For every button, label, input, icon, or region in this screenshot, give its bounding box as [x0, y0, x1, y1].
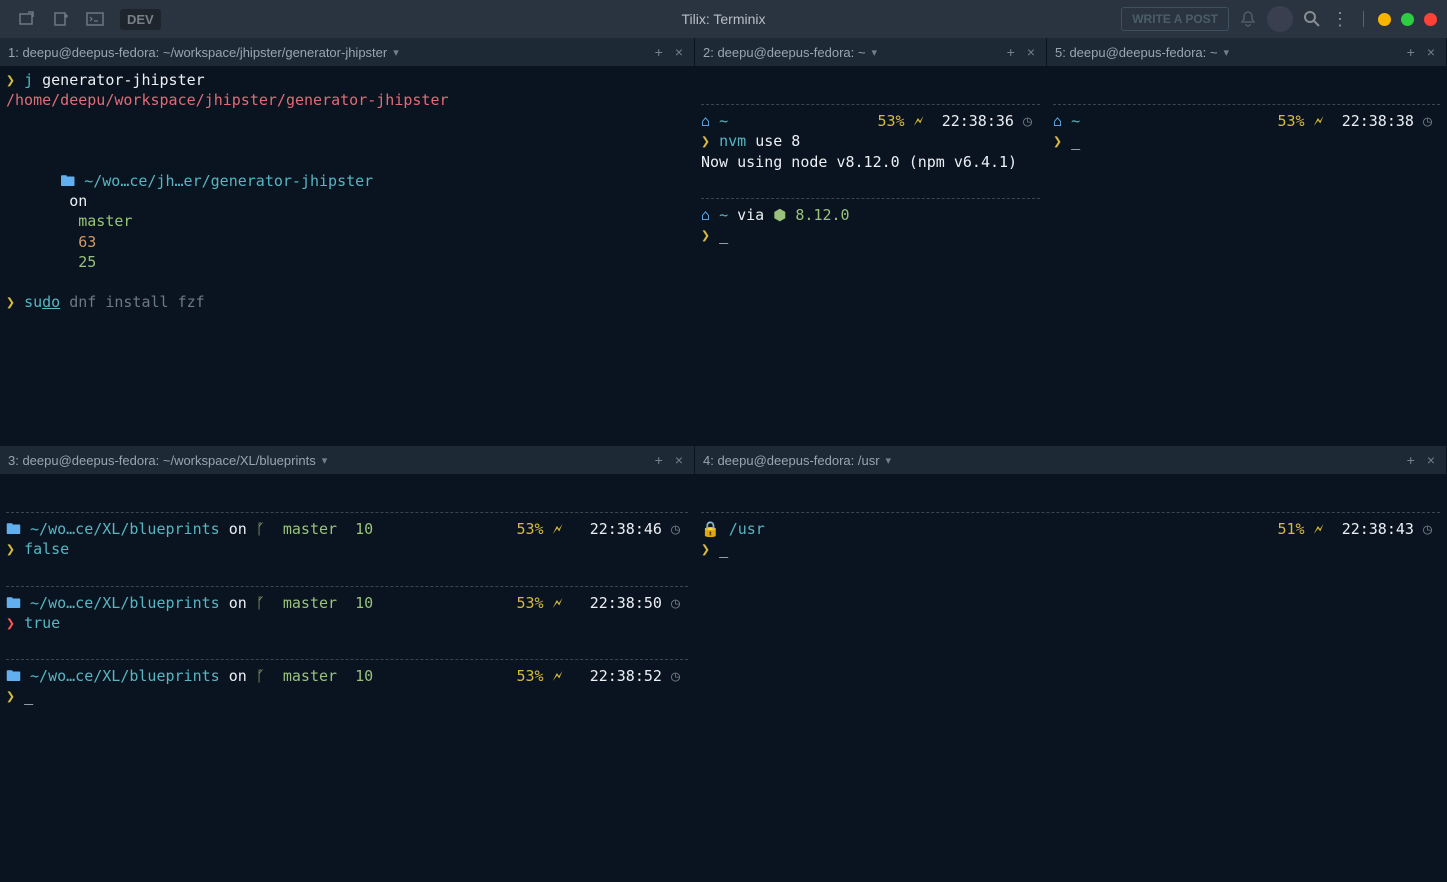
prompt-icon: ❯ — [701, 132, 719, 150]
pane-4-terminal[interactable]: 🔒 /usr 51% 🗲 22:38:43 ◷ ❯ _ — [695, 474, 1446, 881]
prompt-icon: ❯ — [701, 540, 719, 558]
git-icon: ᚵ — [256, 520, 283, 538]
git-icon: ᚵ — [256, 594, 283, 612]
close-pane-button[interactable]: × — [672, 452, 686, 468]
lock-icon: 🔒 — [701, 520, 729, 538]
pane-1-title[interactable]: 1: deepu@deepus-fedora: ~/workspace/jhip… — [8, 45, 387, 60]
clock-icon: ◷ — [1014, 112, 1032, 130]
new-tab-icon[interactable] — [52, 10, 70, 28]
pane-5-tabbar: 5: deepu@deepus-fedora: ~ ▾ + × — [1047, 38, 1446, 66]
add-pane-button[interactable]: + — [1004, 44, 1018, 60]
prompt-icon: ❯ — [6, 687, 24, 705]
pane-5: 5: deepu@deepus-fedora: ~ ▾ + × ⌂ ~ 53% … — [1047, 38, 1447, 446]
titlebar-right: WRITE A POST ⋮ — [1121, 6, 1437, 32]
prompt-icon: ❯ — [701, 226, 719, 244]
add-pane-button[interactable]: + — [652, 44, 666, 60]
pane-1-tabbar: 1: deepu@deepus-fedora: ~/workspace/jhip… — [0, 38, 694, 66]
search-icon[interactable] — [1303, 10, 1321, 28]
home-icon: ⌂ — [701, 206, 719, 224]
close-pane-button[interactable]: × — [672, 44, 686, 60]
chevron-down-icon[interactable]: ▾ — [1223, 46, 1229, 59]
prompt-icon: ❯ — [6, 71, 24, 89]
pane-4-title[interactable]: 4: deepu@deepus-fedora: /usr — [703, 453, 880, 468]
chevron-down-icon[interactable]: ▾ — [886, 454, 892, 467]
branch-icon — [69, 212, 78, 230]
pane-5-title[interactable]: 5: deepu@deepus-fedora: ~ — [1055, 45, 1217, 60]
pane-4: 4: deepu@deepus-fedora: /usr ▾ + × 🔒 /us… — [695, 446, 1447, 882]
battery-icon: 🗲 — [905, 112, 942, 130]
terminal-icon[interactable] — [86, 10, 104, 28]
folder-icon: 🖿 — [6, 520, 30, 538]
pane-3-tabbar: 3: deepu@deepus-fedora: ~/workspace/XL/b… — [0, 446, 694, 474]
battery-icon: 🗲 — [1305, 112, 1342, 130]
menu-icon[interactable]: ⋮ — [1331, 10, 1349, 28]
pane-1-terminal[interactable]: ❯ j generator-jhipster /home/deepu/works… — [0, 66, 694, 445]
pane-3-title[interactable]: 3: deepu@deepus-fedora: ~/workspace/XL/b… — [8, 453, 316, 468]
home-icon: ⌂ — [1053, 112, 1071, 130]
titlebar-left: DEV — [0, 9, 161, 30]
pane-2-terminal[interactable]: ⌂ ~ 53% 🗲 22:38:36 ◷ ❯ nvm use 8 Now usi… — [695, 66, 1046, 445]
prompt-icon: ❯ — [1053, 132, 1071, 150]
window-title: Tilix: Terminix — [681, 11, 765, 27]
folder-icon: 🖿 — [6, 594, 30, 612]
close-pane-button[interactable]: × — [1024, 44, 1038, 60]
folder-icon: 🖿 — [60, 172, 84, 190]
pane-4-tabbar: 4: deepu@deepus-fedora: /usr ▾ + × — [695, 446, 1446, 474]
output-path: /home/deepu/workspace/jhipster/generator… — [6, 91, 449, 109]
bell-icon[interactable] — [1239, 10, 1257, 28]
folder-icon: 🖿 — [6, 667, 30, 685]
pane-5-terminal[interactable]: ⌂ ~ 53% 🗲 22:38:38 ◷ ❯ _ — [1047, 66, 1446, 445]
chevron-down-icon[interactable]: ▾ — [393, 46, 399, 59]
status-line: 🖿 ~/wo…ce/XL/blueprints on ᚵ master 1053… — [6, 519, 688, 539]
status-line: 🖿 ~/wo…ce/XL/blueprints on ᚵ master 1053… — [6, 666, 688, 686]
prompt-icon: ❯ — [6, 293, 24, 311]
node-icon: ⬢ — [764, 206, 795, 224]
status-line: 🖿 ~/wo…ce/XL/blueprints on ᚵ master 1053… — [6, 593, 688, 613]
close-pane-button[interactable]: × — [1424, 452, 1438, 468]
write-post-button[interactable]: WRITE A POST — [1121, 7, 1229, 31]
pane-3: 3: deepu@deepus-fedora: ~/workspace/XL/b… — [0, 446, 695, 882]
add-pane-button[interactable]: + — [1404, 44, 1418, 60]
pane-1: 1: deepu@deepus-fedora: ~/workspace/jhip… — [0, 38, 695, 446]
new-window-icon[interactable] — [18, 10, 36, 28]
pane-2: 2: deepu@deepus-fedora: ~ ▾ + × ⌂ ~ 53% … — [695, 38, 1047, 446]
maximize-button[interactable] — [1401, 13, 1414, 26]
dev-badge: DEV — [120, 9, 161, 30]
add-pane-button[interactable]: + — [652, 452, 666, 468]
pane-2-title[interactable]: 2: deepu@deepus-fedora: ~ — [703, 45, 865, 60]
add-pane-button[interactable]: + — [1404, 452, 1418, 468]
clock-icon: ◷ — [1414, 520, 1432, 538]
prompt-icon: ❯ — [6, 614, 24, 632]
clock-icon: ◷ — [1414, 112, 1432, 130]
window-titlebar: DEV Tilix: Terminix WRITE A POST ⋮ — [0, 0, 1447, 38]
chevron-down-icon[interactable]: ▾ — [322, 454, 328, 467]
pane-3-terminal[interactable]: 🖿 ~/wo…ce/XL/blueprints on ᚵ master 1053… — [0, 474, 694, 881]
close-button[interactable] — [1424, 13, 1437, 26]
prompt-icon: ❯ — [6, 540, 24, 558]
pane-grid: 1: deepu@deepus-fedora: ~/workspace/jhip… — [0, 38, 1447, 882]
github-icon — [60, 212, 69, 230]
home-icon: ⌂ — [701, 112, 719, 130]
chevron-down-icon[interactable]: ▾ — [871, 46, 877, 59]
minimize-button[interactable] — [1378, 13, 1391, 26]
battery-icon: 🗲 — [1305, 520, 1342, 538]
git-icon: ᚵ — [256, 667, 283, 685]
close-pane-button[interactable]: × — [1424, 44, 1438, 60]
pane-2-tabbar: 2: deepu@deepus-fedora: ~ ▾ + × — [695, 38, 1046, 66]
divider — [1363, 11, 1364, 27]
